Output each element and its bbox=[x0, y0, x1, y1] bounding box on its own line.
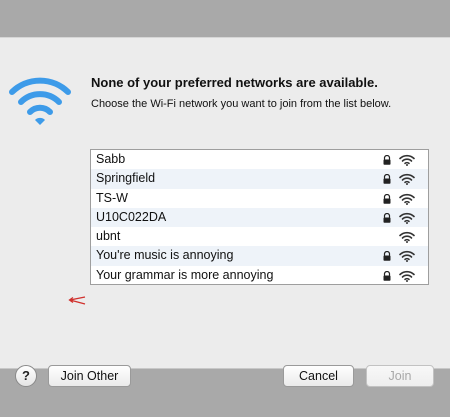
join-other-button[interactable]: Join Other bbox=[48, 365, 131, 387]
network-name: ubnt bbox=[96, 229, 121, 244]
network-name: Your grammar is more annoying bbox=[96, 267, 274, 282]
lock-icon bbox=[383, 193, 391, 204]
dialog-subtitle: Choose the Wi-Fi network you want to joi… bbox=[91, 98, 392, 110]
wifi-icon bbox=[9, 77, 71, 125]
network-name: TS-W bbox=[96, 190, 128, 205]
lock-icon bbox=[383, 270, 391, 281]
red-annotation-arrow bbox=[68, 296, 86, 305]
lock-icon bbox=[383, 251, 391, 262]
network-row[interactable]: Springfield bbox=[91, 169, 428, 189]
wifi-signal-icon bbox=[399, 232, 415, 244]
network-row[interactable]: Your grammar is more annoying bbox=[91, 266, 428, 285]
network-row[interactable]: You're music is annoying bbox=[91, 246, 428, 266]
dialog-title: None of your preferred networks are avai… bbox=[91, 75, 378, 90]
lock-icon bbox=[383, 174, 391, 184]
network-name: Sabb bbox=[96, 152, 126, 166]
network-row[interactable]: ubnt bbox=[91, 227, 428, 246]
network-row[interactable]: U10C022DA bbox=[91, 207, 428, 228]
wifi-signal-icon bbox=[399, 251, 415, 263]
wifi-signal-icon bbox=[399, 212, 415, 224]
network-name: You're music is annoying bbox=[96, 248, 234, 263]
network-name: U10C022DA bbox=[96, 209, 167, 224]
join-button[interactable]: Join bbox=[366, 365, 434, 387]
lock-icon bbox=[383, 155, 391, 165]
network-row[interactable]: TS-W bbox=[91, 189, 428, 208]
wifi-signal-icon bbox=[399, 270, 415, 282]
wifi-signal-icon bbox=[399, 154, 415, 166]
network-row[interactable]: Sabb bbox=[91, 150, 428, 169]
wifi-signal-icon bbox=[399, 174, 415, 186]
cancel-button[interactable]: Cancel bbox=[283, 365, 354, 387]
network-list[interactable]: Sabb Springfield TS-W U10C022DA ubnt You're m… bbox=[90, 149, 429, 285]
help-button[interactable]: ? bbox=[15, 365, 37, 387]
lock-icon bbox=[383, 212, 391, 223]
network-name: Springfield bbox=[96, 171, 156, 186]
wifi-join-dialog: None of your preferred networks are avai… bbox=[0, 37, 450, 387]
wifi-signal-icon bbox=[399, 193, 415, 205]
